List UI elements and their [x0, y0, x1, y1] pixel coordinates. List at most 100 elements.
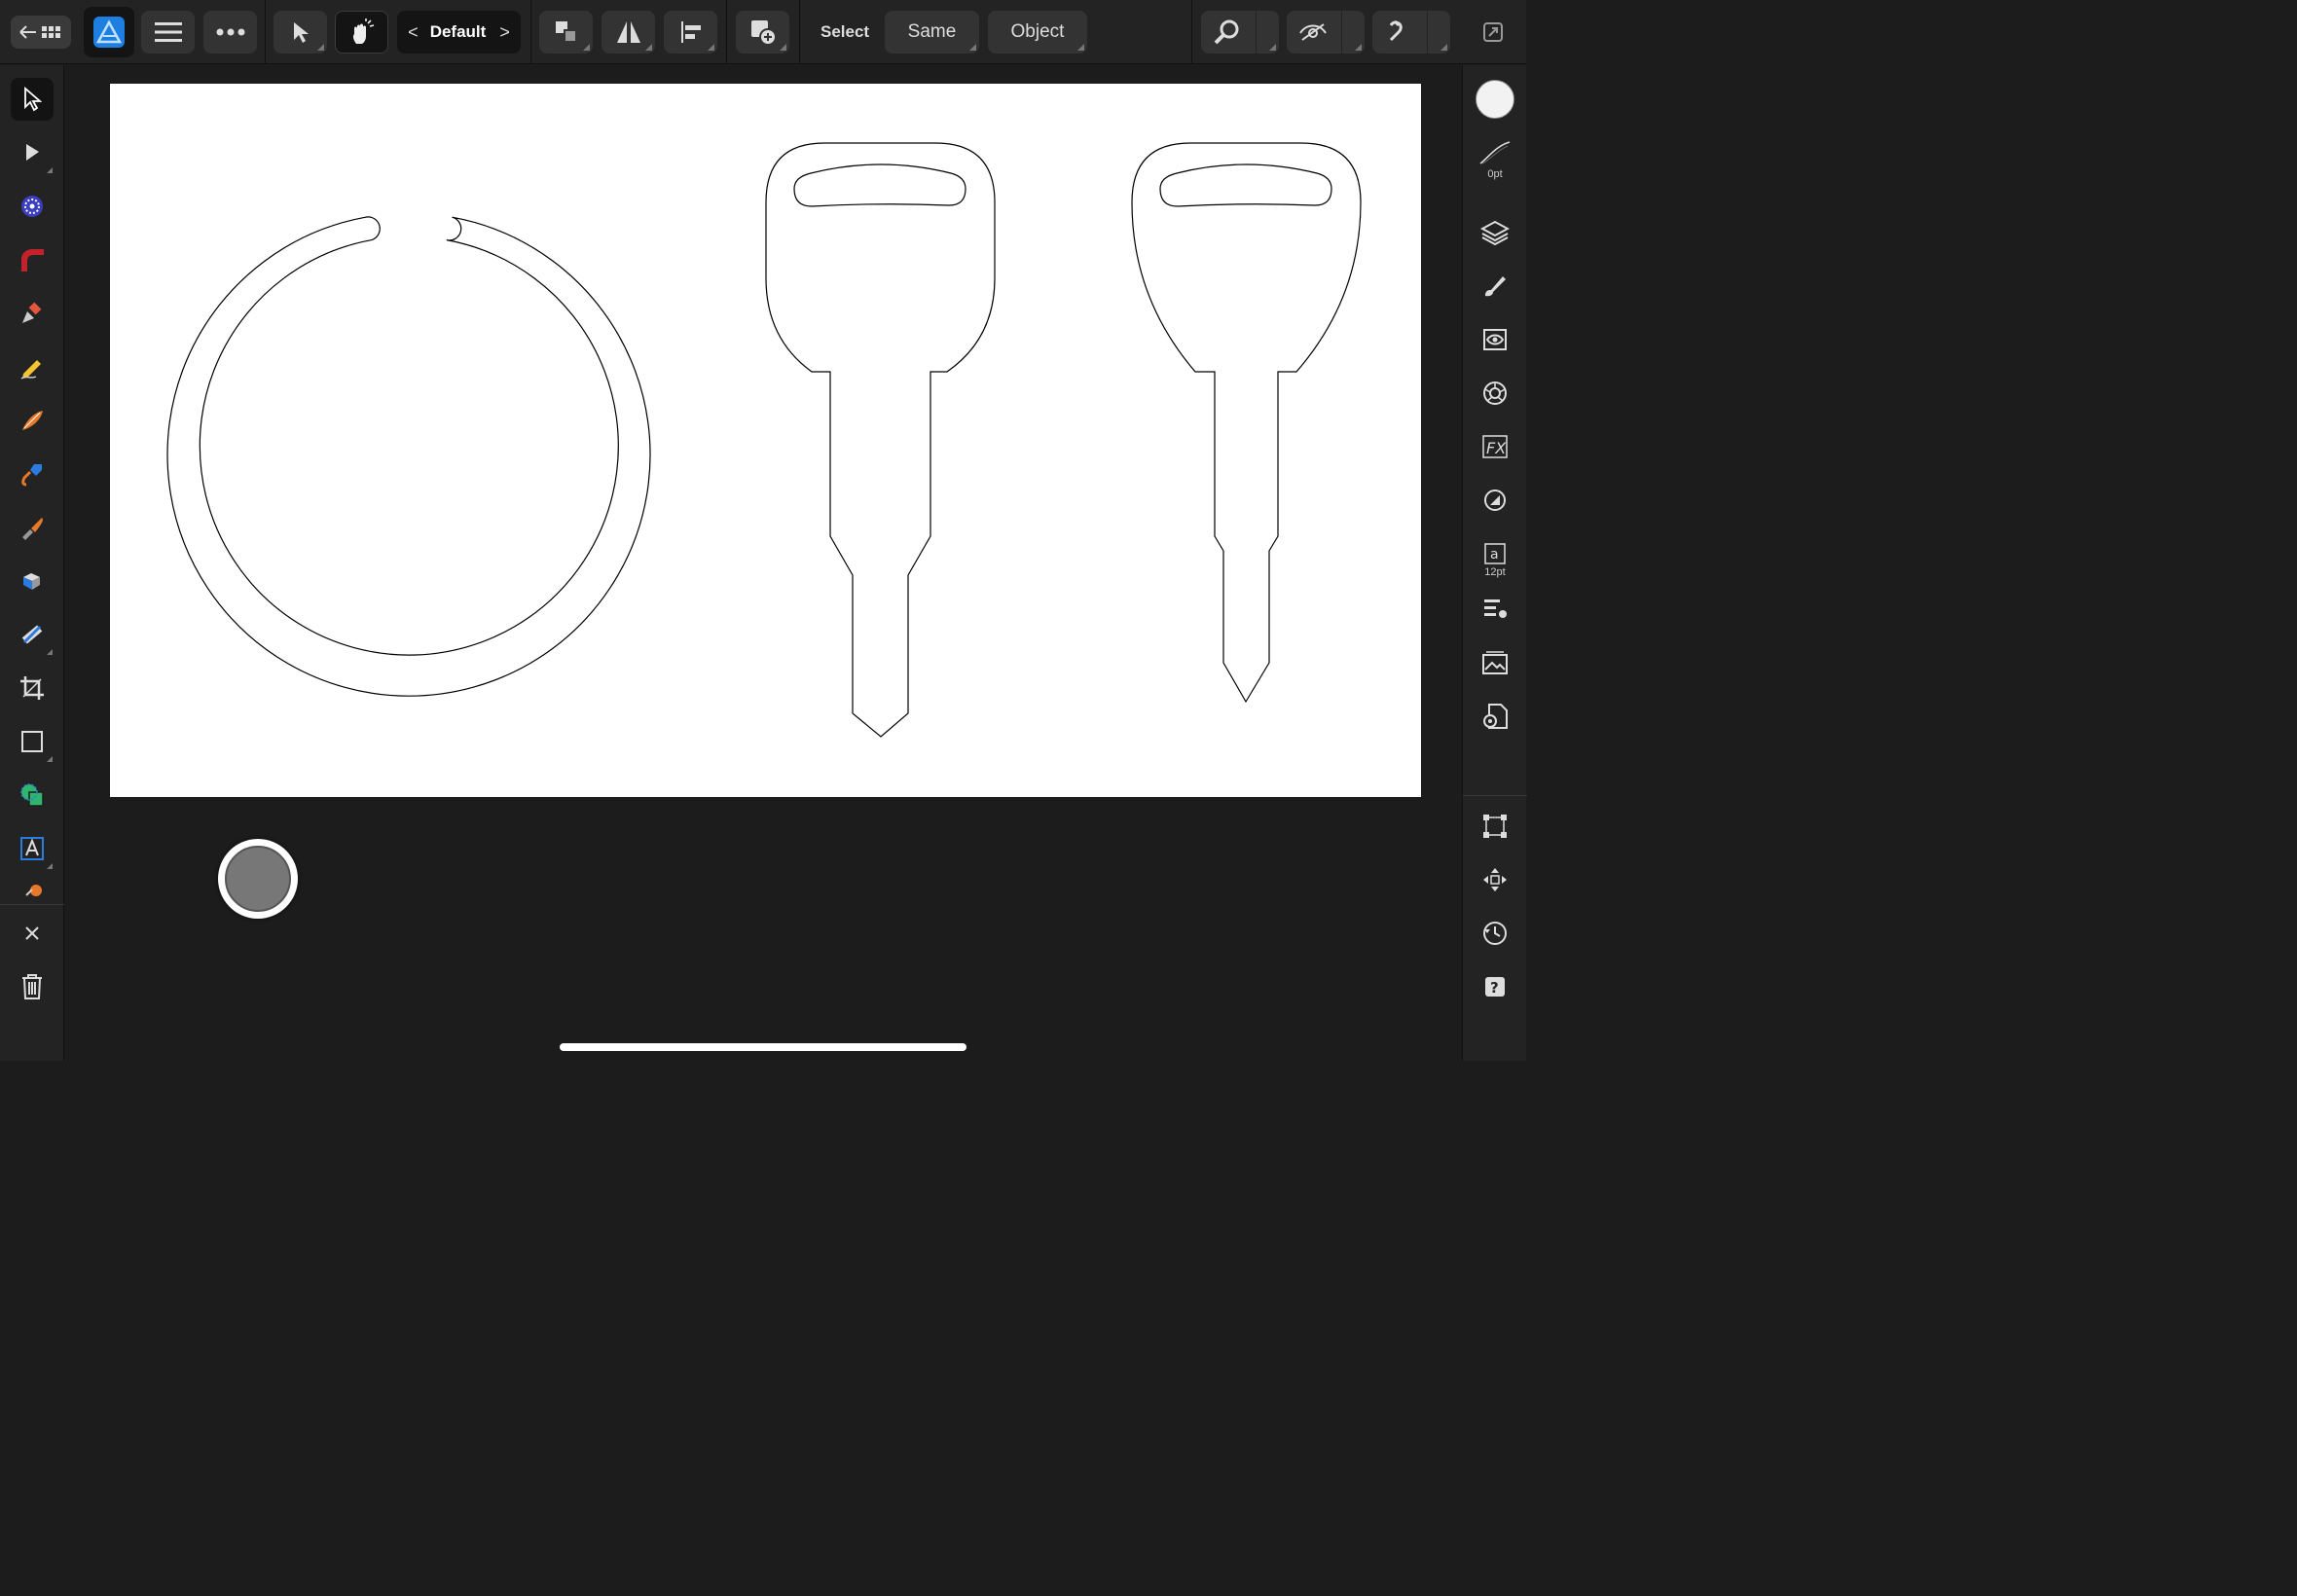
stroke-icon	[1479, 140, 1511, 164]
transparency-tool-icon	[23, 573, 40, 590]
preview-eye-icon	[1299, 23, 1327, 41]
preset-prev-button[interactable]: <	[408, 22, 419, 43]
gradient-tool-icon	[21, 625, 43, 644]
svg-text:?: ?	[1490, 979, 1499, 997]
move-tool[interactable]	[11, 78, 54, 121]
align-left-icon	[680, 21, 701, 43]
fill-tool-icon	[21, 464, 42, 487]
delete-button[interactable]	[11, 965, 54, 1008]
color-wheel-icon	[1483, 381, 1507, 405]
toolbar-separator	[530, 0, 531, 64]
corner-tool-icon	[21, 249, 44, 272]
affinity-designer-app: < Default > Select Same Object 0pt FX a …	[0, 0, 1527, 1061]
help-icon: ?	[1485, 977, 1505, 997]
toolbar-separator	[265, 0, 266, 64]
effects-panel-button[interactable]: FX	[1474, 425, 1516, 468]
gesture-mode-button[interactable]	[335, 11, 388, 54]
stroke-width-value: 0pt	[1487, 167, 1503, 180]
rectangle-tool[interactable]	[11, 720, 54, 763]
stock-images-icon	[1482, 651, 1508, 674]
more-button[interactable]	[203, 11, 257, 54]
key-shape-2[interactable]	[1131, 142, 1362, 704]
more-tools-indicator[interactable]	[11, 876, 54, 899]
persona-designer-button[interactable]	[84, 7, 134, 57]
pencil-tool-icon	[20, 360, 41, 380]
pen-tool-icon	[22, 302, 42, 323]
add-shape-button[interactable]	[736, 11, 789, 54]
text-styles-icon	[1484, 599, 1507, 618]
select-object-label: Object	[1010, 21, 1065, 42]
layers-panel-button[interactable]	[1474, 211, 1516, 254]
arrange-button[interactable]	[539, 11, 593, 54]
transform-panel-button[interactable]	[1474, 805, 1516, 848]
help-button[interactable]: ?	[1474, 965, 1516, 1008]
point-transform-tool[interactable]	[11, 185, 54, 228]
split-ring-shape[interactable]	[166, 216, 651, 697]
stock-panel-button[interactable]	[1474, 641, 1516, 684]
command-controller-button[interactable]	[218, 839, 298, 919]
crop-tool[interactable]	[11, 667, 54, 709]
transparency-panel-button[interactable]	[1474, 479, 1516, 522]
character-icon: a	[1484, 542, 1506, 564]
preset-next-button[interactable]: >	[499, 22, 510, 43]
text-styles-panel-button[interactable]	[1474, 588, 1516, 631]
history-panel-button[interactable]	[1474, 912, 1516, 955]
menu-button[interactable]	[141, 11, 195, 54]
key-1-hole	[793, 163, 966, 207]
transparency-icon	[1484, 490, 1506, 511]
navigator-panel-button[interactable]	[1474, 858, 1516, 901]
node-tool-icon	[26, 144, 39, 161]
corner-tool[interactable]	[11, 238, 54, 281]
home-indicator	[560, 1043, 966, 1051]
close-icon	[25, 926, 39, 940]
artistic-text-tool-icon	[20, 837, 44, 860]
snapping-options-button[interactable]	[1372, 11, 1450, 54]
pencil-tool[interactable]	[11, 345, 54, 388]
key-shape-1[interactable]	[765, 142, 996, 738]
arrange-icon	[555, 21, 577, 43]
document-settings-button[interactable]	[1474, 695, 1516, 738]
artwork	[166, 142, 1362, 738]
preset-selector[interactable]: < Default >	[397, 11, 521, 54]
vector-brush-tool-icon	[22, 411, 43, 430]
brushes-panel-button[interactable]	[1474, 265, 1516, 308]
node-tool[interactable]	[11, 131, 54, 174]
flip-button[interactable]	[602, 11, 655, 54]
command-controller-inner	[225, 846, 291, 912]
artistic-text-tool[interactable]	[11, 827, 54, 870]
select-object-button[interactable]: Object	[988, 11, 1087, 54]
character-panel-button[interactable]: a 12pt	[1474, 532, 1516, 587]
knife-tool-icon	[22, 518, 43, 540]
appearance-panel-button[interactable]	[1474, 318, 1516, 361]
pen-tool[interactable]	[11, 292, 54, 335]
fill-swatch-icon	[1476, 80, 1514, 119]
gallery-back-button[interactable]	[11, 16, 71, 49]
transparency-tool[interactable]	[11, 560, 54, 602]
shape-builder-tool[interactable]	[11, 774, 54, 816]
vector-brush-tool[interactable]	[11, 399, 54, 442]
toolbar-separator	[726, 0, 727, 64]
snapping-button[interactable]	[1287, 11, 1365, 54]
tools-panel	[0, 65, 64, 1061]
document-canvas[interactable]	[110, 84, 1421, 797]
view-mode-button[interactable]	[1201, 11, 1279, 54]
fill-color-swatch[interactable]	[1474, 78, 1516, 121]
brush-icon	[1485, 276, 1506, 297]
point-transform-tool-icon	[21, 196, 43, 217]
gradient-tool[interactable]	[11, 613, 54, 656]
color-panel-button[interactable]	[1474, 372, 1516, 415]
ellipsis-icon	[216, 28, 244, 36]
selection-mode-button[interactable]	[273, 11, 327, 54]
knife-tool[interactable]	[11, 506, 54, 549]
fullscreen-button[interactable]	[1474, 11, 1513, 54]
stroke-width-control[interactable]: 0pt	[1474, 131, 1516, 186]
studio-divider	[1463, 795, 1527, 796]
svg-text:a: a	[1490, 547, 1499, 562]
color-picker-tool-icon	[25, 885, 42, 896]
align-button[interactable]	[664, 11, 717, 54]
select-same-button[interactable]: Same	[885, 11, 979, 54]
trash-icon	[22, 974, 42, 999]
fill-tool[interactable]	[11, 453, 54, 495]
pointer-icon	[293, 22, 309, 43]
deselect-button[interactable]	[11, 912, 54, 955]
